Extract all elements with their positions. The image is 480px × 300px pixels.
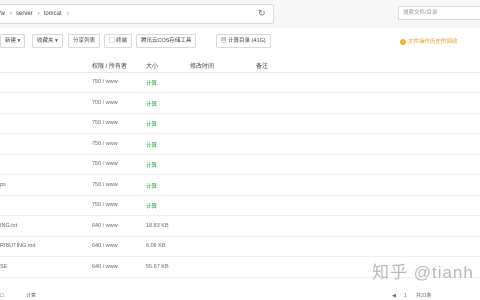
- calc-size-link[interactable]: 计算: [146, 161, 157, 169]
- page-number[interactable]: 1: [404, 292, 407, 300]
- file-permission[interactable]: 750 / www: [92, 79, 118, 85]
- file-permission[interactable]: 640 / www: [92, 243, 118, 249]
- calc-size-link[interactable]: 计算: [146, 141, 157, 149]
- file-permission[interactable]: 750 / www: [92, 202, 118, 208]
- header-note[interactable]: 备注: [256, 61, 268, 70]
- path-breadcrumb[interactable]: /w › server › tomcat ›: [0, 4, 274, 24]
- table-row[interactable]: 700 / www 计算: [0, 93, 480, 114]
- table-row[interactable]: ING.txt 640 / www 18.83 KB: [0, 216, 480, 237]
- footer-bar: ☐ 计算 ◀ 1 共31条: [0, 292, 480, 300]
- calc-size-link[interactable]: 计算: [146, 182, 157, 190]
- file-name[interactable]: SE: [0, 264, 7, 270]
- chevron-right-icon: ›: [66, 11, 69, 17]
- header-size[interactable]: 大小: [146, 61, 158, 70]
- file-name[interactable]: RIBUTING.md: [0, 243, 35, 249]
- footer-checkbox[interactable]: ☐: [0, 292, 4, 300]
- prev-page-icon[interactable]: ◀: [392, 292, 396, 300]
- watermark: 知乎 @tianh: [372, 263, 474, 282]
- table-header: 权限 / 所有者 大小 修改时间 备注: [0, 58, 480, 73]
- refresh-icon[interactable]: ↻: [258, 8, 268, 18]
- file-permission[interactable]: 750 / www: [92, 161, 118, 167]
- crumb-root[interactable]: /w: [0, 11, 5, 17]
- file-permission[interactable]: 640 / www: [92, 264, 118, 270]
- table-row[interactable]: ps 750 / www 计算: [0, 175, 480, 196]
- address-bar: /w › server › tomcat › ↻ 搜索文件/目录: [0, 0, 480, 28]
- file-size: 55.67 KB: [146, 263, 169, 270]
- file-name[interactable]: ING.txt: [0, 223, 17, 229]
- header-mtime[interactable]: 修改时间: [190, 61, 214, 70]
- calc-size-link[interactable]: 计算: [146, 100, 157, 108]
- chevron-right-icon: ›: [10, 11, 12, 17]
- favorites-button[interactable]: 收藏夹 ▾: [32, 34, 63, 48]
- terminal-button[interactable]: ▢ 终端: [104, 34, 133, 48]
- warning-icon: !: [400, 38, 406, 45]
- table-row[interactable]: 750 / www 计算: [0, 72, 480, 93]
- calc-size-link[interactable]: 计算: [146, 202, 157, 210]
- file-permission[interactable]: 700 / www: [92, 100, 118, 106]
- table-row[interactable]: RIBUTING.md 640 / www 6.06 KB: [0, 236, 480, 257]
- calc-size-link[interactable]: 计算: [146, 79, 157, 87]
- footer-calc-link[interactable]: 计算: [26, 292, 36, 300]
- file-permission[interactable]: 750 / www: [92, 182, 118, 188]
- header-permission[interactable]: 权限 / 所有者: [92, 61, 127, 70]
- table-row[interactable]: 750 / www 计算: [0, 113, 480, 134]
- cos-plugin-button[interactable]: 腾讯云COS存储工具: [136, 34, 197, 48]
- page-info: 共31条: [416, 293, 432, 299]
- file-permission[interactable]: 640 / www: [92, 223, 118, 229]
- file-permission[interactable]: 750 / www: [92, 120, 118, 126]
- file-size: 6.06 KB: [146, 243, 166, 249]
- calc-dir-size-button[interactable]: ▤ 计算目录 (41G): [216, 34, 271, 48]
- share-list-button[interactable]: 分享列表: [68, 34, 101, 48]
- table-row[interactable]: 750 / www 计算: [0, 154, 480, 175]
- calc-size-link[interactable]: 计算: [146, 120, 157, 128]
- crumb-server[interactable]: server: [16, 11, 33, 17]
- file-name[interactable]: ps: [0, 182, 6, 188]
- table-row[interactable]: 750 / www 计算: [0, 134, 480, 155]
- file-size: 18.83 KB: [146, 222, 169, 229]
- crumb-tomcat[interactable]: tomcat: [44, 11, 62, 17]
- chevron-right-icon: ›: [37, 11, 40, 17]
- search-input[interactable]: 搜索文件/目录: [398, 6, 480, 20]
- file-permission[interactable]: 750 / www: [92, 141, 118, 147]
- new-button[interactable]: 新建 ▾: [0, 34, 26, 48]
- recycle-notice[interactable]: ! 文件操作历史的回收: [400, 37, 458, 45]
- table-row[interactable]: 750 / www 计算: [0, 195, 480, 216]
